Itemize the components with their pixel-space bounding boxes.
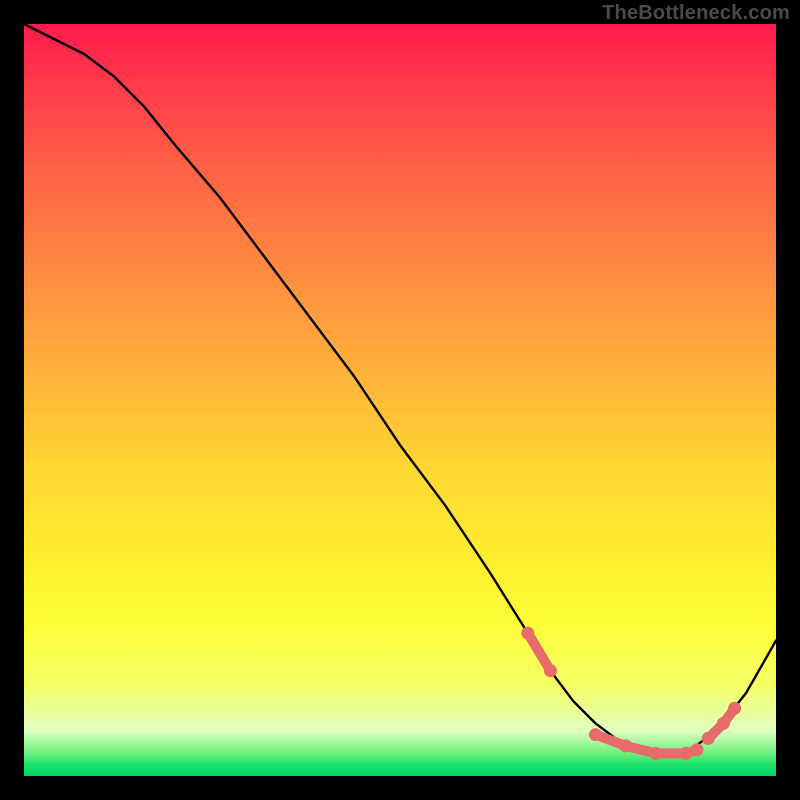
highlight-dot	[702, 732, 715, 745]
attribution-text: TheBottleneck.com	[602, 2, 790, 25]
highlight-markers	[521, 627, 741, 760]
chart-area	[24, 24, 776, 776]
highlight-dot	[649, 747, 662, 760]
highlight-dot	[717, 717, 730, 730]
highlight-dot	[619, 739, 632, 752]
highlight-dot	[728, 702, 741, 715]
highlight-dot	[544, 664, 557, 677]
highlight-dot	[679, 747, 692, 760]
highlight-dot	[589, 728, 602, 741]
highlight-segment	[528, 633, 551, 671]
highlight-dot	[521, 627, 534, 640]
highlight-dot	[691, 743, 704, 756]
bottleneck-curve	[24, 24, 776, 753]
bottleneck-chart	[24, 24, 776, 776]
